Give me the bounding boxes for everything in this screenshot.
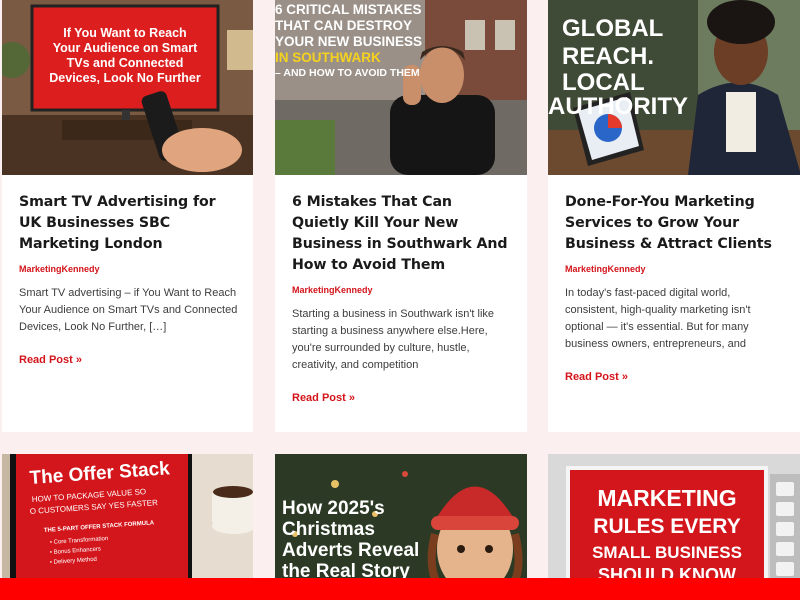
post-thumbnail[interactable]: 6 CRITICAL MISTAKES THAT CAN DESTROY YOU… (275, 0, 527, 175)
image-text: AUTHORITY (548, 93, 688, 120)
image-text: TVs and Connected (67, 56, 184, 70)
image-text: Christmas (282, 519, 375, 540)
image-text: Devices, Look No Further (49, 71, 201, 85)
image-text: MARKETING (597, 485, 736, 511)
read-post-link[interactable]: Read Post » (292, 392, 512, 404)
post-author[interactable]: MarketingKennedy (565, 264, 785, 274)
image-text: GLOBAL (562, 15, 663, 42)
image-text: RULES EVERY (593, 515, 740, 538)
post-title[interactable]: 6 Mistakes That Can Quietly Kill Your Ne… (292, 192, 512, 276)
post-excerpt: Starting a business in Southwark isn't l… (292, 308, 495, 371)
image-text: LOCAL (562, 69, 645, 96)
post-card: If You Want to Reach Your Audience on Sm… (2, 0, 253, 432)
image-text: REACH. (562, 43, 654, 70)
read-post-link[interactable]: Read Post » (19, 354, 239, 366)
post-title[interactable]: Done-For-You Marketing Services to Grow … (565, 192, 785, 255)
image-text: How 2025's (282, 498, 385, 519)
post-card: GLOBAL REACH. LOCAL AUTHORITY Done-For-Y… (548, 0, 800, 432)
image-text: THAT CAN DESTROY (275, 18, 412, 33)
post-excerpt: In today's fast-paced digital world, con… (565, 287, 751, 350)
image-text: SMALL BUSINESS (592, 543, 742, 562)
post-author[interactable]: MarketingKennedy (19, 264, 239, 274)
post-excerpt: Smart TV advertising – if You Want to Re… (19, 287, 238, 333)
post-body: 6 Mistakes That Can Quietly Kill Your Ne… (275, 175, 527, 404)
image-text: 6 CRITICAL MISTAKES (275, 2, 422, 17)
post-thumbnail[interactable]: GLOBAL REACH. LOCAL AUTHORITY (548, 0, 800, 175)
read-post-link[interactable]: Read Post » (565, 371, 785, 383)
post-author[interactable]: MarketingKennedy (292, 285, 512, 295)
image-text: Adverts Reveal (282, 540, 419, 561)
image-text: – AND HOW TO AVOID THEM (275, 67, 420, 79)
post-body: Smart TV Advertising for UK Businesses S… (2, 175, 253, 366)
image-text: If You Want to Reach (63, 26, 186, 40)
image-text: IN SOUTHWARK (275, 50, 381, 65)
bottom-banner-bar (0, 578, 800, 600)
image-text: Your Audience on Smart (53, 41, 198, 55)
post-thumbnail[interactable]: If You Want to Reach Your Audience on Sm… (2, 0, 253, 175)
post-card: 6 CRITICAL MISTAKES THAT CAN DESTROY YOU… (275, 0, 527, 432)
image-text: YOUR NEW BUSINESS (275, 34, 422, 49)
post-body: Done-For-You Marketing Services to Grow … (548, 175, 800, 383)
post-title[interactable]: Smart TV Advertising for UK Businesses S… (19, 192, 239, 255)
coffee-cup-icon (212, 486, 253, 534)
